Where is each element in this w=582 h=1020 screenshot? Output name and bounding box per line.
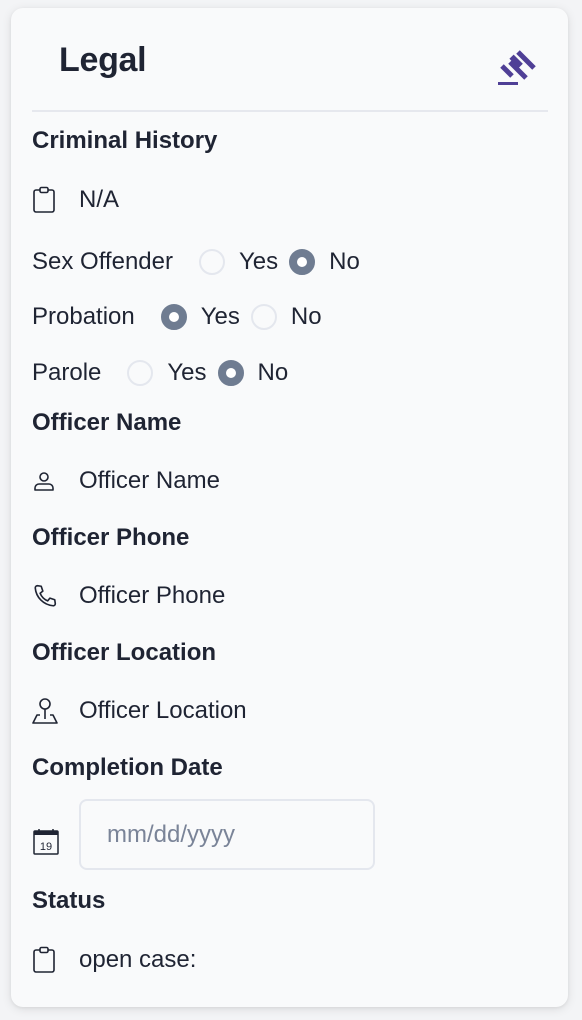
probation-yes-radio[interactable] <box>160 304 187 330</box>
sex-offender-no-option[interactable]: No <box>289 248 360 276</box>
officer-name-label: Officer Name <box>32 409 182 436</box>
status-label: Status <box>32 887 106 914</box>
location-pin-icon <box>32 697 58 725</box>
officer-name-value-row: Officer Name <box>32 465 220 497</box>
calendar-icon-day: 19 <box>40 841 52 853</box>
parole-yes-label: Yes <box>167 359 207 386</box>
officer-location-value-row: Officer Location <box>32 695 247 727</box>
sex-offender-yes-radio[interactable] <box>198 249 225 275</box>
parole-label: Parole <box>32 359 102 386</box>
officer-name-value: Officer Name <box>79 467 220 494</box>
officer-phone-value-row: Officer Phone <box>32 580 225 612</box>
probation-radio-group: Probation Yes No <box>32 301 333 333</box>
sex-offender-radio-group: Sex Offender Yes No <box>32 246 371 278</box>
officer-phone-value: Officer Phone <box>79 582 226 609</box>
completion-date-label: Completion Date <box>32 754 223 781</box>
criminal-history-value-row: N/A <box>32 184 119 216</box>
gavel-icon <box>498 50 536 85</box>
clipboard-icon <box>32 946 58 974</box>
probation-label: Probation <box>32 303 135 330</box>
officer-phone-label: Officer Phone <box>32 524 190 551</box>
card-header: Legal <box>32 8 548 112</box>
card-title: Legal <box>59 41 147 79</box>
officer-location-value: Officer Location <box>79 697 247 724</box>
criminal-history-value: N/A <box>79 186 120 213</box>
phone-icon <box>32 582 58 610</box>
user-icon <box>32 467 58 495</box>
legal-card: Legal Criminal History N/A Sex Offender <box>11 8 568 1007</box>
parole-no-label: No <box>257 359 289 386</box>
officer-location-label: Officer Location <box>32 639 217 666</box>
status-value: open case: <box>79 946 197 973</box>
sex-offender-yes-option[interactable]: Yes <box>198 248 279 276</box>
probation-yes-label: Yes <box>200 303 240 330</box>
sex-offender-label: Sex Offender <box>32 248 173 275</box>
completion-date-input[interactable] <box>79 799 375 870</box>
parole-radio-group: Parole Yes No <box>32 357 299 389</box>
sex-offender-no-label: No <box>329 248 360 275</box>
sex-offender-yes-label: Yes <box>238 248 279 275</box>
probation-no-radio[interactable] <box>250 304 277 330</box>
criminal-history-label: Criminal History <box>32 127 218 154</box>
parole-no-radio[interactable] <box>217 360 244 386</box>
parole-yes-radio[interactable] <box>127 360 154 386</box>
parole-no-option[interactable]: No <box>217 359 289 387</box>
probation-no-label: No <box>290 303 322 330</box>
parole-yes-option[interactable]: Yes <box>127 359 207 387</box>
probation-no-option[interactable]: No <box>250 303 322 331</box>
status-value-row: open case: <box>32 944 196 976</box>
sex-offender-no-radio[interactable] <box>289 249 316 275</box>
calendar-icon: 19 <box>33 829 59 855</box>
clipboard-icon <box>32 186 58 214</box>
probation-yes-option[interactable]: Yes <box>160 303 240 331</box>
